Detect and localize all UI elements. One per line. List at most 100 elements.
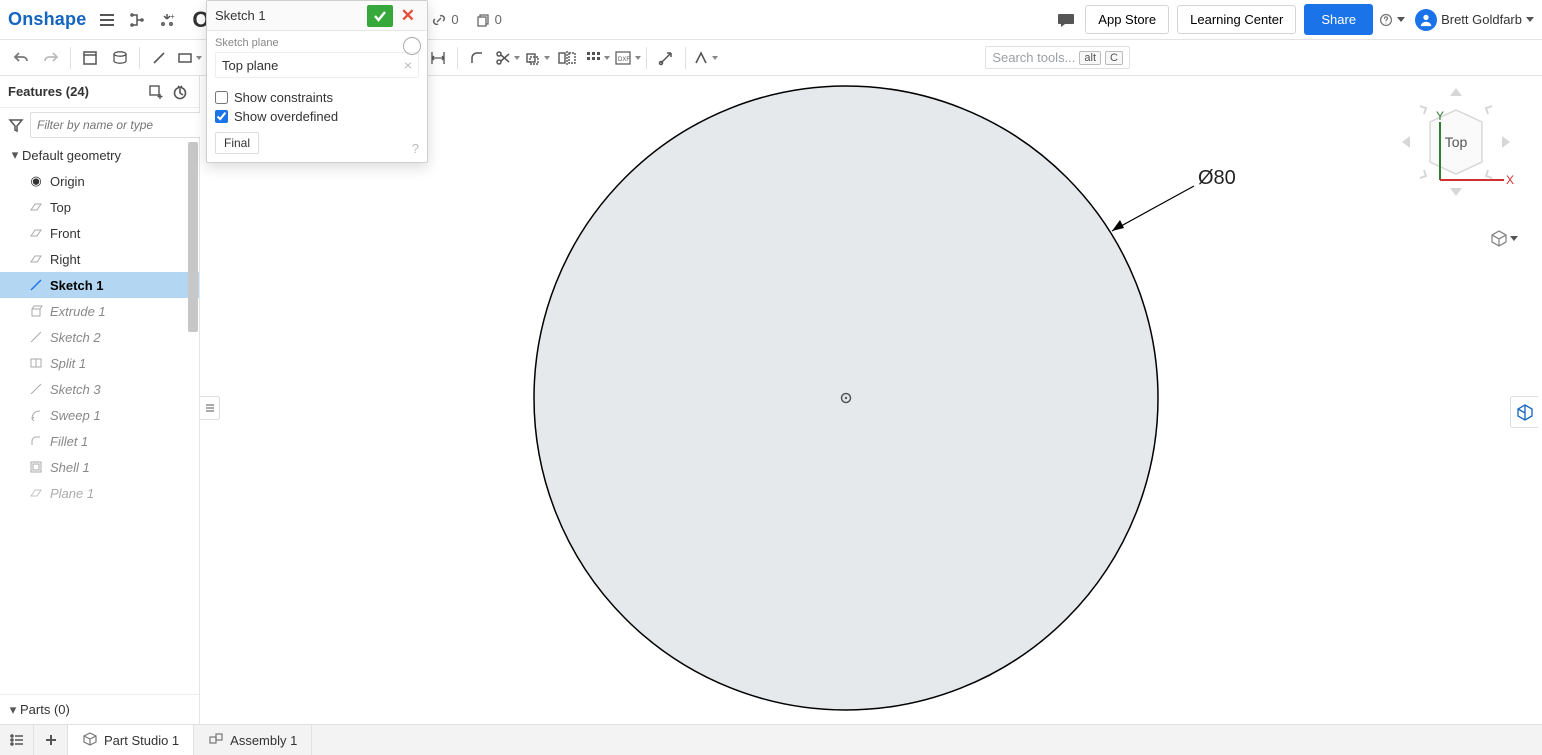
app-store-button[interactable]: App Store bbox=[1085, 5, 1169, 34]
dimension-label: Ø80 bbox=[1198, 167, 1236, 189]
tab-assembly[interactable]: Assembly 1 bbox=[194, 725, 312, 755]
search-tools[interactable]: Search tools... alt C bbox=[985, 46, 1130, 69]
show-constraints-checkbox[interactable]: Show constraints bbox=[215, 90, 419, 105]
import-tool[interactable]: DXF bbox=[613, 44, 641, 72]
tree-origin[interactable]: ◉Origin bbox=[0, 168, 199, 194]
logo[interactable]: Onshape bbox=[8, 9, 86, 30]
cancel-button[interactable]: ✕ bbox=[397, 6, 419, 26]
copies-count[interactable]: 0 bbox=[475, 12, 502, 28]
sketch-icon bbox=[28, 277, 44, 293]
part-studio-icon bbox=[82, 731, 98, 750]
show-overdefined-checkbox[interactable]: Show overdefined bbox=[215, 109, 419, 124]
search-tools-placeholder: Search tools... bbox=[992, 50, 1075, 65]
links-count[interactable]: 0 bbox=[431, 12, 458, 28]
final-button[interactable]: Final bbox=[215, 132, 259, 154]
view-cube[interactable]: Top Y X bbox=[1396, 82, 1516, 202]
tree-plane-1[interactable]: Plane 1 bbox=[0, 480, 199, 506]
tree-right-plane[interactable]: Right bbox=[0, 246, 199, 272]
shell-icon bbox=[28, 459, 44, 475]
redo-button[interactable] bbox=[37, 44, 65, 72]
feature-tree: ▾ Default geometry ◉Origin Top Front Rig… bbox=[0, 142, 199, 694]
tree-default-geometry[interactable]: ▾ Default geometry bbox=[0, 142, 199, 168]
dimension-tool[interactable] bbox=[424, 44, 452, 72]
insert-icon[interactable]: + bbox=[154, 7, 180, 33]
tree-fillet-1[interactable]: Fillet 1 bbox=[0, 428, 199, 454]
origin-icon: ◉ bbox=[28, 173, 44, 189]
add-tab-button[interactable] bbox=[34, 725, 68, 755]
fillet-tool[interactable] bbox=[463, 44, 491, 72]
sketch-plane-value: Top plane bbox=[222, 58, 404, 73]
clear-plane-icon[interactable]: × bbox=[404, 57, 412, 73]
plane-icon bbox=[28, 485, 44, 501]
tree-sketch-2[interactable]: Sketch 2 bbox=[0, 324, 199, 350]
user-menu[interactable]: Brett Goldfarb bbox=[1415, 9, 1534, 31]
undo-button[interactable] bbox=[7, 44, 35, 72]
svg-text:X: X bbox=[1506, 173, 1514, 187]
transform-tool[interactable] bbox=[652, 44, 680, 72]
svg-text:+: + bbox=[170, 12, 175, 21]
tab-label: Assembly 1 bbox=[230, 733, 297, 748]
svg-text:DXF: DXF bbox=[618, 57, 630, 63]
assembly-icon bbox=[208, 731, 224, 750]
menu-icon[interactable] bbox=[94, 7, 120, 33]
tree-sweep-1[interactable]: Sweep 1 bbox=[0, 402, 199, 428]
extrude-button[interactable] bbox=[106, 44, 134, 72]
tree-split-1[interactable]: Split 1 bbox=[0, 350, 199, 376]
plane-icon bbox=[28, 199, 44, 215]
rectangle-tool[interactable] bbox=[175, 44, 203, 72]
default-geometry-label: Default geometry bbox=[22, 148, 121, 163]
section-view-button[interactable] bbox=[1510, 396, 1538, 428]
trim-tool[interactable] bbox=[493, 44, 521, 72]
sketch-plane-field[interactable]: Top plane × bbox=[215, 52, 419, 78]
dimension-annotation[interactable]: Ø80 bbox=[1112, 167, 1236, 231]
offset-tool[interactable] bbox=[523, 44, 551, 72]
constraint-tool[interactable] bbox=[691, 44, 719, 72]
share-button[interactable]: Share bbox=[1304, 4, 1373, 35]
learning-center-button[interactable]: Learning Center bbox=[1177, 5, 1296, 34]
dialog-header[interactable]: Sketch 1 ✕ bbox=[207, 1, 427, 31]
help-icon[interactable] bbox=[1379, 7, 1405, 33]
parts-header[interactable]: ▾ Parts (0) bbox=[0, 694, 199, 724]
canvas[interactable]: Ø80 Top Y X bbox=[200, 76, 1542, 724]
tree-top-plane[interactable]: Top bbox=[0, 194, 199, 220]
extrude-icon bbox=[28, 303, 44, 319]
kbd-c: C bbox=[1105, 51, 1123, 65]
plane-icon bbox=[28, 225, 44, 241]
confirm-button[interactable] bbox=[367, 5, 393, 27]
kbd-alt: alt bbox=[1079, 51, 1101, 65]
tab-manager-button[interactable] bbox=[0, 725, 34, 755]
tree-sketch-3[interactable]: Sketch 3 bbox=[0, 376, 199, 402]
split-icon bbox=[28, 355, 44, 371]
pattern-tool[interactable] bbox=[583, 44, 611, 72]
line-tool[interactable] bbox=[145, 44, 173, 72]
features-title: Features (24) bbox=[8, 84, 143, 99]
plane-icon bbox=[28, 251, 44, 267]
collapse-panel-handle[interactable] bbox=[200, 396, 220, 420]
user-name: Brett Goldfarb bbox=[1441, 12, 1522, 27]
add-feature-icon[interactable] bbox=[145, 81, 167, 103]
tab-part-studio[interactable]: Part Studio 1 bbox=[68, 725, 194, 755]
tree-front-plane[interactable]: Front bbox=[0, 220, 199, 246]
copies-value: 0 bbox=[495, 12, 502, 27]
sketch-icon bbox=[28, 329, 44, 345]
feature-scrollbar[interactable] bbox=[187, 142, 199, 711]
tree-shell-1[interactable]: Shell 1 bbox=[0, 454, 199, 480]
rollback-icon[interactable] bbox=[169, 81, 191, 103]
comments-icon[interactable] bbox=[1053, 7, 1079, 33]
avatar-icon bbox=[1415, 9, 1437, 31]
parts-label: Parts (0) bbox=[20, 702, 70, 717]
filter-icon[interactable] bbox=[8, 114, 24, 136]
sweep-icon bbox=[28, 407, 44, 423]
history-icon[interactable] bbox=[403, 37, 421, 55]
fillet-icon bbox=[28, 433, 44, 449]
sketch-dialog: Sketch 1 ✕ Sketch plane Top plane × Show… bbox=[206, 0, 428, 163]
tree-sketch-1[interactable]: Sketch 1 bbox=[0, 272, 199, 298]
tree-extrude-1[interactable]: Extrude 1 bbox=[0, 298, 199, 324]
dialog-help-icon[interactable]: ? bbox=[412, 141, 419, 156]
tree-icon[interactable] bbox=[124, 7, 150, 33]
sketch-button[interactable] bbox=[76, 44, 104, 72]
mirror-tool[interactable] bbox=[553, 44, 581, 72]
main-area: Features (24) ▾ Default geometry ◉Origin… bbox=[0, 76, 1542, 724]
isometric-button[interactable] bbox=[1490, 226, 1518, 250]
filter-input[interactable] bbox=[30, 112, 201, 138]
